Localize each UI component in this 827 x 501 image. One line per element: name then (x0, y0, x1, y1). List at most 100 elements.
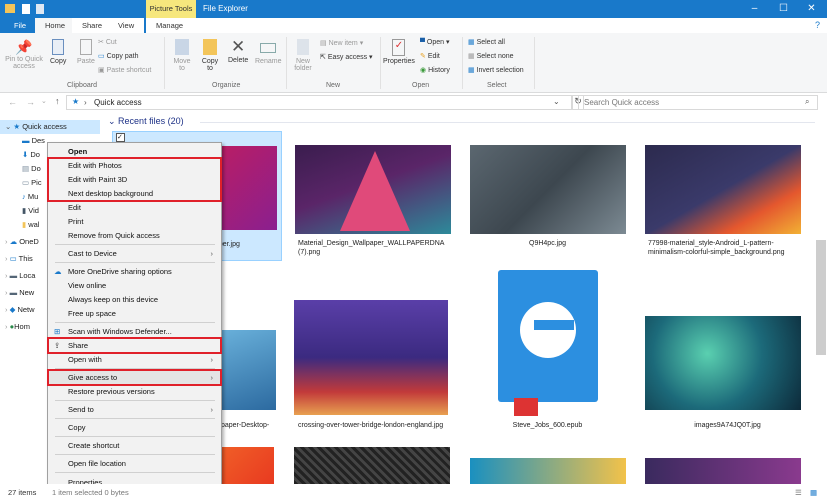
thumbnail[interactable] (645, 458, 801, 484)
edit-icon: ✎ (420, 53, 428, 60)
details-view-icon[interactable]: ☰ (795, 484, 802, 501)
open-button[interactable]: ▀ Open ▾ (420, 38, 450, 46)
nav-quick-access[interactable]: ⌄ ★ Quick access (0, 120, 100, 134)
search-placeholder: Search Quick access (584, 98, 660, 107)
search-box[interactable]: Search Quick access ⌕ (578, 95, 818, 110)
file-name: Q9H4pc.jpg (529, 240, 566, 247)
edit-button[interactable]: ✎ Edit (420, 52, 440, 60)
minimize-button[interactable]: – (741, 0, 768, 18)
title-bar: Picture Tools File Explorer – ☐ ✕ (0, 0, 827, 18)
menu-item-open-file-location[interactable]: Open file location (48, 457, 221, 470)
easy-access-icon: ⇱ (320, 54, 328, 61)
up-button[interactable]: ↑ (55, 96, 60, 106)
forward-button[interactable]: → (26, 97, 35, 107)
thumbnail (470, 145, 626, 234)
pictures-icon: ▭ (22, 178, 32, 187)
tab-view[interactable]: View (108, 18, 145, 33)
chevron-right-icon: › (210, 405, 214, 414)
paste-icon (79, 39, 92, 55)
menu-item-edit[interactable]: Edit (48, 201, 221, 214)
large-icons-view-icon[interactable]: ▦ (810, 484, 817, 501)
file-tile[interactable]: images9A74JQ0T.jpg (640, 290, 815, 440)
delete-x-icon: ✕ (230, 37, 246, 56)
section-header[interactable]: ⌄ Recent files (20) (108, 116, 184, 127)
copy-to-icon (203, 39, 217, 55)
properties-qat-icon[interactable] (22, 4, 30, 14)
menu-item-always-keep[interactable]: Always keep on this device (48, 293, 221, 306)
file-tile[interactable]: 77998-material_style-Android_L-pattern-m… (640, 131, 815, 261)
move-icon (175, 39, 189, 55)
select-none-button[interactable]: ▦ Select none (468, 52, 514, 60)
desktop-icon: ▬ (22, 136, 32, 145)
properties-check-icon: ✓ (392, 39, 406, 56)
thumbnail (645, 316, 801, 410)
thumbnail[interactable] (470, 458, 626, 484)
copy-path-button[interactable]: ▭ Copy path (98, 52, 138, 60)
menu-item-cast-to-device[interactable]: Cast to Device › (48, 247, 221, 260)
organize-group-label: Organize (212, 82, 241, 89)
quick-access-star-icon: ★ (72, 97, 80, 106)
selection-checkbox[interactable]: ✓ (116, 133, 125, 142)
new-folder-icon (297, 39, 309, 55)
paste-button[interactable]: Paste (77, 39, 95, 65)
tab-manage[interactable]: Manage (146, 18, 196, 33)
cloud-icon: ☁ (9, 237, 20, 246)
menu-item-print[interactable]: Print (48, 215, 221, 228)
menu-item-view-online[interactable]: View online (48, 279, 221, 292)
maximize-button[interactable]: ☐ (770, 0, 797, 18)
file-tile[interactable]: Q9H4pc.jpg (465, 131, 630, 261)
window-title: File Explorer (203, 4, 248, 13)
easy-access-button[interactable]: ⇱ Easy access ▾ (320, 53, 373, 61)
breadcrumb-quick-access[interactable]: Quick access (94, 98, 142, 107)
back-button[interactable]: ← (8, 97, 17, 107)
pin-icon: 📌 (15, 39, 33, 55)
status-bar: 27 items 1 item selected 0 bytes ☰ ▦ (0, 484, 827, 501)
file-tile[interactable]: Material_Design_Wallpaper_WALLPAPERDNA (… (292, 131, 457, 261)
move-to-button[interactable]: Move to (170, 39, 194, 72)
tab-share[interactable]: Share (72, 18, 113, 33)
select-all-button[interactable]: ▦ Select all (468, 38, 505, 46)
tab-home[interactable]: Home (35, 18, 76, 33)
invert-selection-button[interactable]: ▦ Invert selection (468, 66, 524, 74)
menu-item-onedrive-sharing[interactable]: ☁ More OneDrive sharing options (48, 265, 221, 278)
pin-to-quick-access-button[interactable]: 📌 Pin to Quick access (4, 39, 44, 70)
menu-item-open-with[interactable]: Open with › (48, 353, 221, 366)
properties-button[interactable]: ✓ Properties (383, 39, 415, 65)
menu-item-free-up-space[interactable]: Free up space (48, 307, 221, 320)
paste-shortcut-icon: ▣ (98, 67, 107, 74)
tab-file[interactable]: File (4, 18, 37, 33)
clipboard-group-label: Clipboard (67, 82, 97, 89)
help-icon[interactable]: ? (815, 20, 820, 30)
address-dropdown-icon[interactable]: ⌄ (553, 97, 560, 106)
menu-item-remove-from-quick-access[interactable]: Remove from Quick access (48, 229, 221, 242)
new-folder-button[interactable]: New folder (292, 39, 314, 72)
history-button[interactable]: ◉ History (420, 66, 450, 74)
file-tile[interactable]: Steve_Jobs_600.epub (465, 265, 630, 440)
copy-to-button[interactable]: Copy to (198, 39, 222, 72)
recent-locations-button[interactable]: ⌄ (41, 97, 47, 105)
item-count: 27 items (8, 488, 37, 497)
picture-tools-label: Picture Tools (146, 0, 196, 18)
menu-item-create-shortcut[interactable]: Create shortcut (48, 439, 221, 452)
menu-item-restore-previous-versions[interactable]: Restore previous versions (48, 385, 221, 398)
address-row: ← → ⌄ ↑ ★ › Quick access ⌄ ↻ Search Quic… (0, 94, 827, 112)
open-icon: ▀ (420, 39, 427, 46)
new-item-button[interactable]: ▤ New item ▾ (320, 39, 363, 47)
paste-shortcut-button[interactable]: ▣ Paste shortcut (98, 66, 151, 74)
drive-icon: ▬ (9, 288, 20, 297)
close-button[interactable]: ✕ (798, 0, 825, 18)
file-tile[interactable]: crossing-over-tower-bridge-london-englan… (292, 290, 457, 440)
menu-item-send-to[interactable]: Send to › (48, 403, 221, 416)
delete-button[interactable]: ✕ Delete (228, 37, 248, 64)
cut-button[interactable]: ✂ Cut (98, 38, 117, 46)
thumbnail[interactable] (294, 447, 450, 484)
chevron-right-icon: › (210, 249, 214, 258)
folder-icon (5, 4, 15, 13)
history-icon: ◉ (420, 67, 429, 74)
copy-button[interactable]: Copy (50, 39, 66, 65)
menu-item-copy[interactable]: Copy (48, 421, 221, 434)
scrollbar-thumb[interactable] (816, 240, 826, 355)
rename-button[interactable]: Rename (255, 39, 281, 65)
new-folder-qat-icon[interactable] (36, 4, 44, 14)
address-bar[interactable]: ★ › Quick access ⌄ (66, 95, 572, 110)
